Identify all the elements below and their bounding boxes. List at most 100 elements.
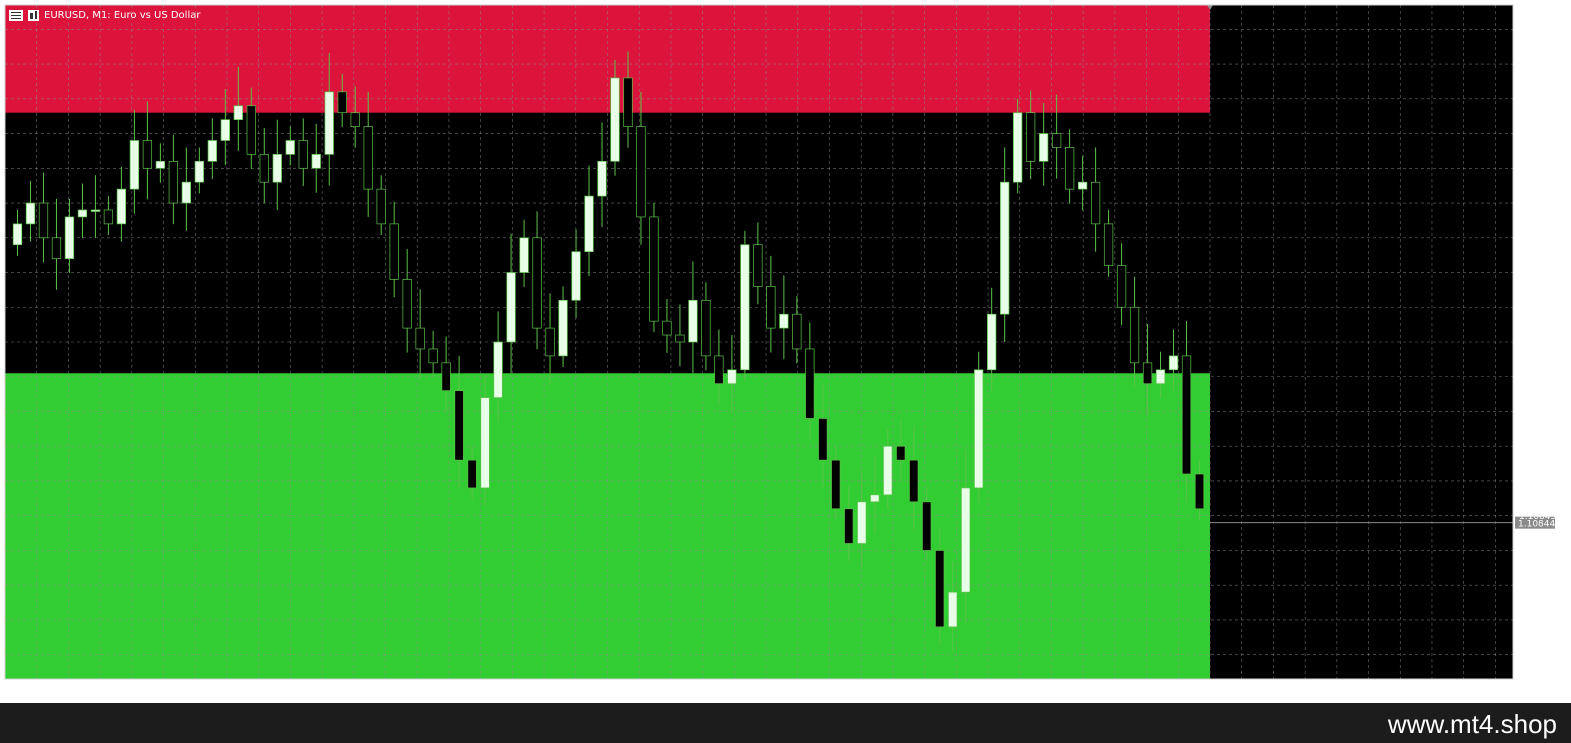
candlestick-icon[interactable]: [28, 9, 39, 21]
candle-body: [441, 362, 451, 391]
candle-body: [597, 160, 607, 197]
x-axis-label: 9 Sep 04:25: [1147, 685, 1201, 695]
price-chart[interactable]: 1.108441.109151.109101.109051.109001.108…: [0, 0, 1571, 703]
candle-body: [987, 313, 997, 371]
x-axis-label: 9 Sep 02:09: [68, 685, 123, 695]
candle-body: [363, 126, 373, 190]
y-axis-label: 1.10900: [1519, 130, 1556, 140]
candle-body: [974, 369, 984, 489]
candle-body: [207, 140, 217, 162]
candle-body: [25, 202, 36, 225]
y-axis-label: 1.10870: [1519, 339, 1556, 349]
candle-body: [129, 140, 140, 190]
candle-body: [1051, 133, 1062, 148]
candle-body: [480, 397, 490, 489]
candle-body: [1155, 369, 1166, 385]
y-axis-label: 1.10845: [1519, 512, 1556, 522]
y-axis-label: 1.10840: [1519, 547, 1556, 557]
y-axis-label: 1.10860: [1519, 408, 1556, 418]
x-axis-label: 9 Sep 03:21: [639, 685, 693, 695]
y-axis-label: 1.10890: [1519, 200, 1556, 210]
x-axis-label: 9 Sep 04:09: [1020, 685, 1075, 695]
candle-body: [389, 223, 399, 280]
chart-title: EURUSD, M1: Euro vs US Dollar: [44, 9, 201, 21]
candle-body: [649, 216, 659, 322]
chart-window[interactable]: 1.10844 1.10915 1.10910 1.10905 1.10900 1.108…: [0, 0, 1571, 703]
x-axis-label: 9 Sep 02:57: [449, 685, 503, 695]
y-axis-label: 1.10915: [1519, 26, 1556, 36]
y-axis-label: 1.10885: [1519, 234, 1556, 244]
candle-body: [896, 445, 906, 461]
x-axis-label: 9 Sep 03:45: [829, 685, 883, 695]
candle-body: [246, 105, 256, 155]
candle-body: [116, 188, 127, 225]
x-axis-label: 9 Sep 03:37: [766, 685, 820, 695]
x-axis-label: 9 Sep 03:29: [703, 685, 758, 695]
candle-body: [1038, 133, 1049, 162]
candle-body: [1013, 112, 1023, 183]
y-axis-label: 1.10910: [1519, 61, 1556, 71]
candle-body: [493, 341, 503, 398]
candle-body: [1194, 473, 1205, 510]
y-axis-label: 1.10825: [1519, 651, 1556, 661]
candle-body: [818, 418, 828, 461]
candle-body: [870, 494, 880, 503]
x-axis-label: 9 Sep 04:17: [1083, 685, 1137, 695]
candle-body: [610, 77, 620, 162]
candle-body: [1064, 147, 1075, 190]
x-axis-label: 9 Sep 2024: [5, 685, 57, 695]
y-axis-label: 1.10875: [1519, 304, 1556, 314]
candle-body: [103, 209, 114, 225]
footer-bar: www.mt4.shop: [0, 703, 1571, 743]
candle-body: [844, 508, 854, 544]
candle-body: [454, 390, 464, 461]
candle-body: [506, 272, 516, 343]
candle-body: [337, 91, 347, 114]
candle-body: [961, 487, 971, 593]
candle-body: [532, 237, 542, 329]
candle-body: [662, 320, 672, 336]
candle-body: [1129, 306, 1140, 364]
candle-body: [376, 188, 386, 225]
y-axis-label: 1.10855: [1519, 443, 1556, 453]
candle-body: [714, 355, 724, 385]
x-axis-label: 9 Sep 02:33: [259, 685, 313, 695]
candle-body: [90, 209, 101, 212]
candle-body: [168, 160, 179, 204]
candle-body: [688, 299, 698, 343]
candle-body: [415, 327, 425, 350]
candle-body: [792, 313, 802, 350]
candle-body: [909, 459, 919, 503]
candle-body: [727, 369, 737, 385]
candle-body: [831, 459, 841, 510]
candle-body: [1103, 223, 1114, 266]
candle-body: [233, 105, 243, 120]
candle-body: [805, 348, 815, 419]
candle-body: [77, 209, 88, 218]
candle-body: [324, 91, 334, 155]
x-axis-label: 9 Sep 03:53: [893, 685, 947, 695]
candle-body: [948, 591, 958, 628]
y-axis-label: 1.10850: [1519, 477, 1556, 487]
candle-body: [519, 237, 529, 273]
x-axis-label: 9 Sep 03:05: [512, 685, 566, 695]
candle-body: [753, 244, 763, 287]
candle-body: [740, 244, 750, 371]
candle-body: [675, 334, 685, 343]
candle-body: [779, 313, 789, 329]
candle-body: [922, 501, 932, 551]
chart-menu-icon[interactable]: [9, 9, 23, 21]
candle-body: [220, 119, 230, 141]
y-axis-label: 1.10835: [1519, 582, 1556, 592]
y-axis-label: 1.10830: [1519, 616, 1556, 626]
candle-body: [857, 501, 867, 544]
candle-body: [298, 140, 308, 169]
candle-body: [142, 140, 153, 169]
candle-body: [1181, 355, 1192, 475]
candle-body: [181, 181, 191, 204]
y-axis-label: 1.10865: [1519, 373, 1556, 383]
candle-body: [259, 154, 269, 183]
watermark-logo: www.mt4.shop: [1387, 709, 1557, 739]
candle-body: [571, 251, 581, 301]
candle-body: [701, 299, 711, 357]
